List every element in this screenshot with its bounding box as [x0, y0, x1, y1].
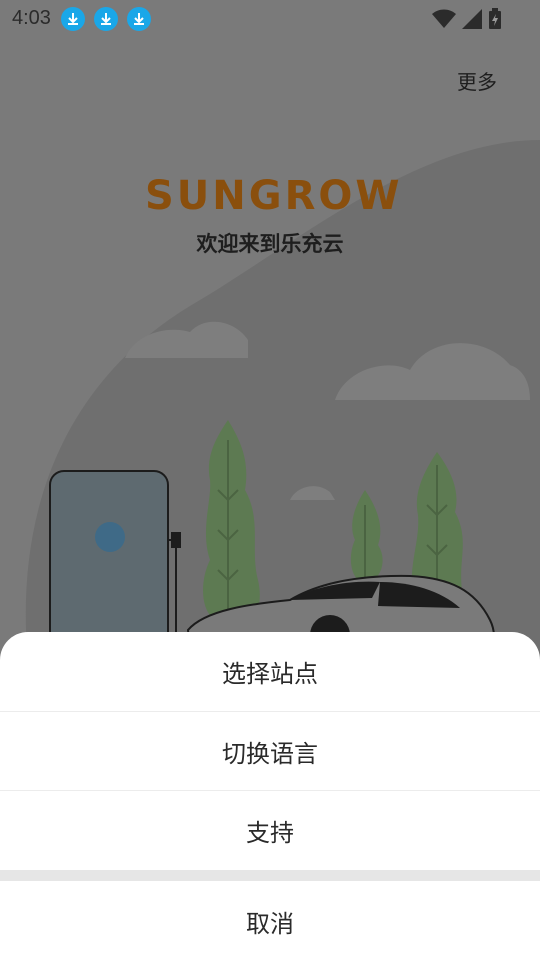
support-option[interactable]: 支持 — [0, 791, 540, 870]
download-icon — [127, 7, 151, 31]
status-time: 4:03 — [12, 7, 51, 29]
status-icons — [432, 8, 502, 30]
welcome-title: 欢迎来到乐充云 — [196, 232, 344, 256]
battery-charging-icon — [489, 8, 501, 29]
action-sheet: 选择站点 切换语言 支持 取消 — [0, 632, 540, 960]
select-station-option[interactable]: 选择站点 — [0, 632, 540, 711]
more-link[interactable]: 更多 — [457, 66, 497, 95]
sheet-separator — [0, 870, 540, 881]
sungrow-logo: SUNGROW — [145, 173, 403, 219]
cancel-button[interactable]: 取消 — [0, 882, 540, 960]
download-icon — [61, 7, 85, 31]
status-bar: 4:03 — [0, 0, 540, 40]
screen: 4:03 更多 SUNGROW 欢迎来到乐充云 选择站点 切换语言 支持 取消 — [0, 0, 540, 960]
download-icon — [94, 7, 118, 31]
wifi-icon — [432, 9, 456, 28]
signal-icon — [462, 9, 482, 29]
switch-language-option[interactable]: 切换语言 — [0, 712, 540, 791]
